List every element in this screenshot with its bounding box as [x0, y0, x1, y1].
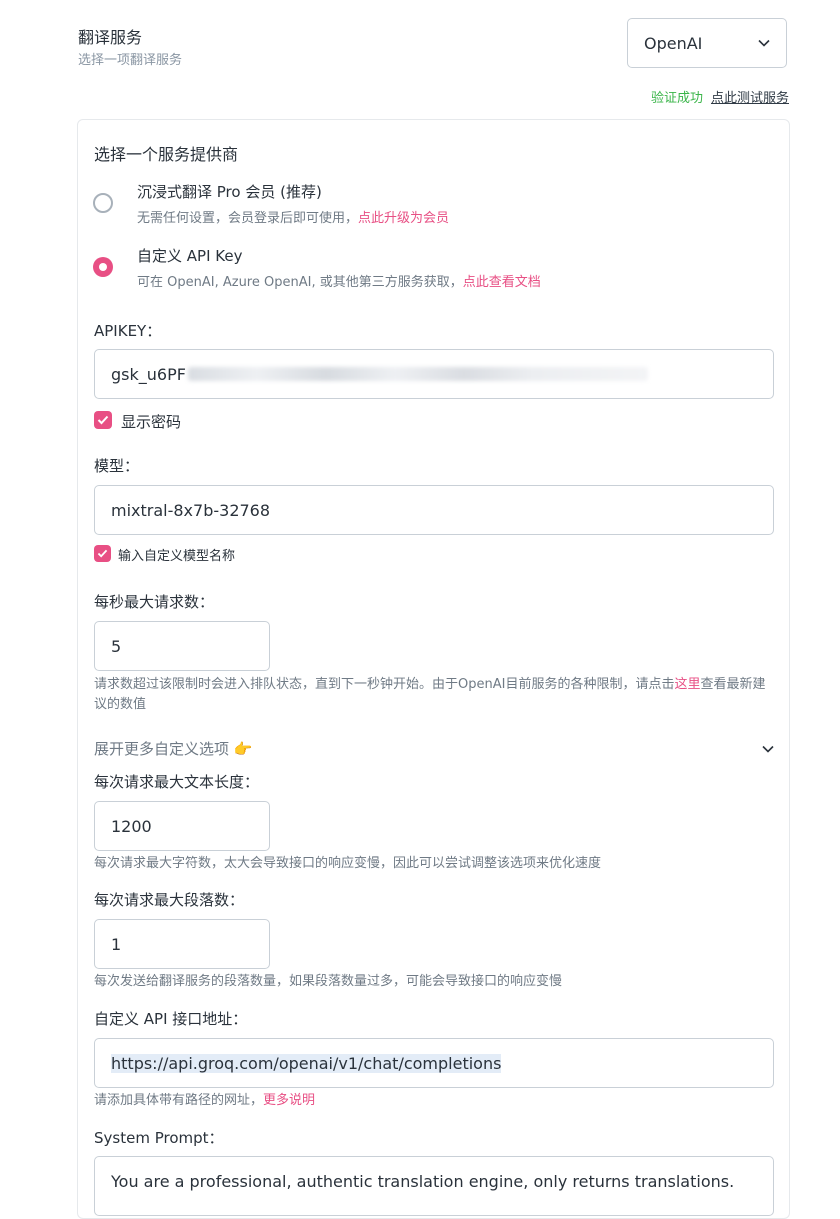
model-input[interactable]: mixtral-8x7b-32768	[94, 485, 774, 535]
max-para-label: 每次请求最大段落数：	[94, 891, 245, 909]
system-prompt-textarea[interactable]: You are a professional, authentic transl…	[94, 1156, 774, 1216]
option-custom-desc-text: 可在 OpenAI, Azure OpenAI, 或其他第三方服务获取，	[137, 275, 463, 290]
option-pro-title: 沉浸式翻译 Pro 会员 (推荐)	[137, 183, 322, 201]
api-url-value: https://api.groq.com/openai/v1/chat/comp…	[111, 1053, 502, 1073]
system-prompt-label: System Prompt：	[94, 1129, 224, 1147]
service-select-value: OpenAI	[644, 33, 703, 53]
upgrade-member-link[interactable]: 点此升级为会员	[358, 211, 449, 226]
apikey-label: APIKEY：	[94, 322, 162, 340]
option-pro-desc: 无需任何设置，会员登录后即可使用，点此升级为会员	[137, 207, 449, 226]
check-icon	[97, 415, 109, 425]
max-para-help: 每次发送给翻译服务的段落数量，如果段落数量过多，可能会导致接口的响应变慢	[94, 974, 563, 989]
max-text-value: 1200	[111, 816, 152, 836]
api-url-more-link[interactable]: 更多说明	[263, 1093, 315, 1108]
expand-more-options[interactable]: 展开更多自定义选项 👉	[94, 738, 774, 759]
rate-help-link[interactable]: 这里	[674, 677, 700, 692]
chevron-down-icon	[758, 39, 770, 47]
provider-label: 选择一个服务提供商	[94, 145, 239, 164]
translation-service-subtitle: 选择一项翻译服务	[78, 53, 183, 68]
max-para-input[interactable]: 1	[94, 919, 270, 969]
max-text-help: 每次请求最大字符数，太大会导致接口的响应变慢，因此可以尝试调整该选项来优化速度	[94, 856, 602, 871]
expand-more-label: 展开更多自定义选项 👉	[94, 740, 253, 758]
option-custom-title: 自定义 API Key	[137, 247, 243, 265]
system-prompt-value: You are a professional, authentic transl…	[111, 1172, 735, 1191]
rate-help: 请求数超过该限制时会进入排队状态，直到下一秒钟开始。由于OpenAI目前服务的各…	[94, 675, 778, 715]
translation-service-title: 翻译服务	[78, 28, 143, 47]
api-url-help-text: 请添加具体带有路径的网址，	[94, 1093, 264, 1108]
model-label: 模型：	[94, 457, 140, 475]
api-url-input[interactable]: https://api.groq.com/openai/v1/chat/comp…	[94, 1038, 774, 1088]
option-custom-desc: 可在 OpenAI, Azure OpenAI, 或其他第三方服务获取，点此查看…	[137, 271, 541, 290]
chevron-down-icon	[762, 745, 774, 753]
rate-value: 5	[111, 636, 122, 656]
apikey-value: gsk_u6PF	[111, 364, 186, 384]
rate-help-text: 请求数超过该限制时会进入排队状态，直到下一秒钟开始。由于OpenAI目前服务的各…	[94, 677, 675, 692]
verify-status: 验证成功	[650, 91, 703, 106]
test-service-link[interactable]: 点此测试服务	[711, 91, 789, 106]
max-para-value: 1	[111, 934, 122, 954]
model-value: mixtral-8x7b-32768	[111, 500, 271, 520]
custom-model-label: 输入自定义模型名称	[118, 549, 236, 564]
custom-model-checkbox[interactable]	[94, 545, 111, 562]
api-url-label: 自定义 API 接口地址：	[94, 1010, 248, 1028]
max-text-label: 每次请求最大文本长度：	[94, 773, 260, 791]
view-docs-link[interactable]: 点此查看文档	[463, 275, 541, 290]
apikey-input[interactable]: gsk_u6PF	[94, 349, 774, 399]
check-icon	[97, 549, 108, 558]
max-text-input[interactable]: 1200	[94, 801, 270, 851]
rate-label: 每秒最大请求数：	[94, 593, 215, 611]
rate-input[interactable]: 5	[94, 621, 270, 671]
verify-row: 验证成功 点此测试服务	[651, 87, 789, 106]
show-password-checkbox[interactable]	[94, 411, 112, 429]
apikey-redacted	[187, 367, 648, 381]
radio-pro-member[interactable]	[93, 193, 113, 213]
service-select[interactable]: OpenAI	[627, 18, 787, 68]
radio-custom-api-key[interactable]	[93, 257, 113, 277]
api-url-help: 请添加具体带有路径的网址，更多说明	[94, 1091, 315, 1111]
option-pro-desc-text: 无需任何设置，会员登录后即可使用，	[137, 211, 359, 226]
show-password-label: 显示密码	[121, 413, 182, 431]
